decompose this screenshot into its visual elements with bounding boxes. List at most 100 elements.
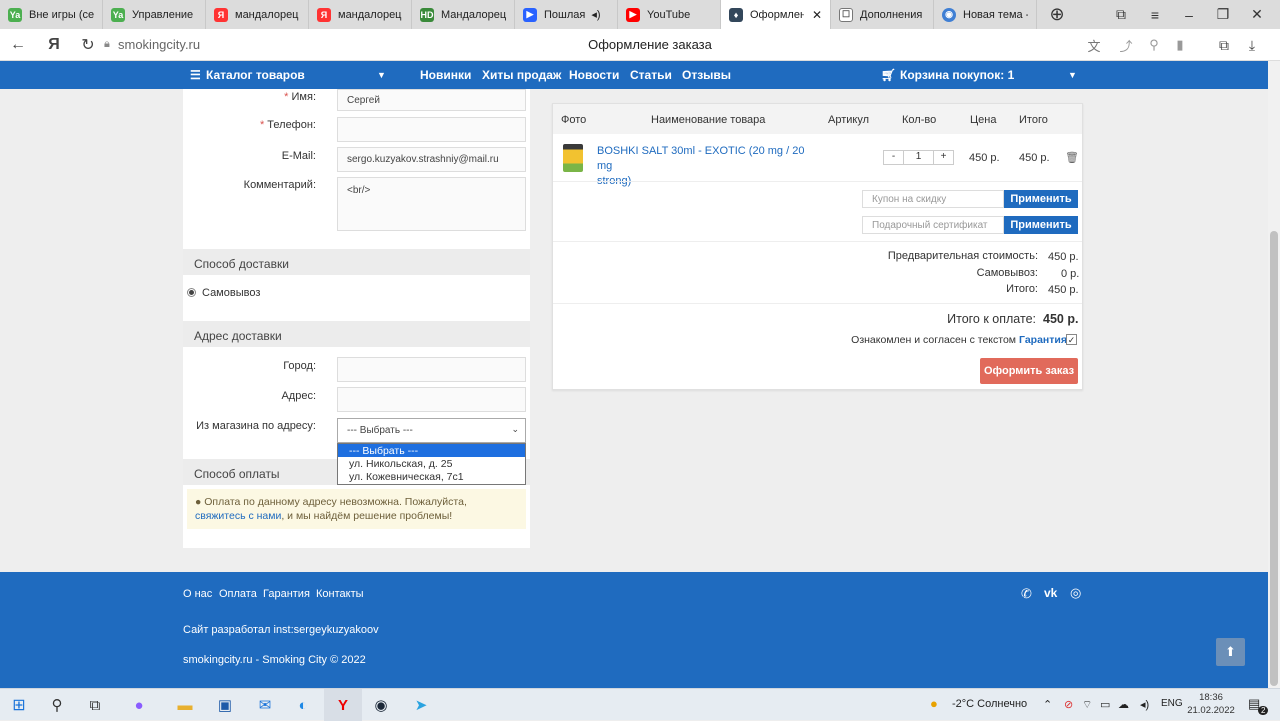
- comment-textarea[interactable]: <br/>: [337, 177, 526, 231]
- chevron-down-icon[interactable]: ▼: [377, 70, 386, 80]
- qty-minus-button[interactable]: -: [884, 151, 904, 164]
- gift-certificate-input[interactable]: Подарочный сертификат: [862, 216, 1004, 234]
- bookmark-icon[interactable]: ▮: [1164, 29, 1196, 61]
- footer-link[interactable]: Оплата: [219, 588, 257, 600]
- windows-start-icon[interactable]: ⊞: [0, 689, 38, 721]
- menu-icon[interactable]: ≡: [1138, 0, 1172, 29]
- minimize-icon[interactable]: –: [1172, 0, 1206, 29]
- pickup-radio[interactable]: [187, 288, 196, 297]
- browser-tab[interactable]: ◉ Новая тема -: [934, 0, 1037, 29]
- divider: [553, 241, 1082, 242]
- scroll-top-button[interactable]: ⬆: [1216, 638, 1245, 666]
- footer-link[interactable]: О нас: [183, 588, 212, 600]
- scrollbar-thumb[interactable]: [1270, 231, 1278, 686]
- tab-label: Мандалорец: [441, 8, 506, 21]
- chevron-down-icon[interactable]: ▼: [1068, 70, 1077, 80]
- city-field[interactable]: [337, 357, 526, 382]
- nav-link[interactable]: Новости: [569, 68, 619, 82]
- product-name-link[interactable]: BOSHKI SALT 30ml - EXOTIC (20 mg / 20 mg…: [597, 144, 817, 189]
- browser-tab[interactable]: ▶ YouTube: [618, 0, 721, 29]
- cart-link[interactable]: Корзина покупок: 1: [900, 68, 1014, 82]
- guarantee-link[interactable]: Гарантия: [1019, 334, 1067, 346]
- apply-certificate-button[interactable]: Применить: [1004, 216, 1078, 234]
- tab-favicon-icon: ♦: [729, 7, 743, 22]
- telegram-icon[interactable]: ➤: [402, 689, 440, 721]
- store-icon[interactable]: ▣: [206, 689, 244, 721]
- weather-text[interactable]: -2°C Солнечно: [952, 698, 1027, 710]
- wifi-icon[interactable]: ⌔: [1082, 698, 1092, 712]
- agree-checkbox[interactable]: ✓: [1066, 334, 1077, 345]
- mail-icon[interactable]: ✉: [246, 689, 284, 721]
- battery-icon[interactable]: ▭: [1100, 698, 1110, 711]
- vk-icon[interactable]: vk: [1044, 586, 1057, 600]
- catalog-menu[interactable]: Каталог товаров: [206, 68, 305, 82]
- file-explorer-icon[interactable]: ▬: [166, 689, 204, 721]
- clock[interactable]: 18:36 21.02.2022: [1186, 691, 1236, 717]
- item-total: 450 р.: [1019, 152, 1050, 164]
- reload-icon[interactable]: ↻: [72, 29, 104, 61]
- new-tab-icon[interactable]: ⊕: [1040, 0, 1074, 29]
- cloud-icon[interactable]: ☁: [1118, 698, 1129, 711]
- language-indicator[interactable]: ENG: [1161, 698, 1183, 709]
- translate-icon[interactable]: 文: [1078, 29, 1110, 61]
- yandex-browser-icon[interactable]: Y: [324, 689, 362, 721]
- browser-tab[interactable]: Ямандалорец т: [206, 0, 309, 29]
- trash-icon[interactable]: 🗑︎: [1065, 151, 1079, 164]
- nav-link[interactable]: Отзывы: [682, 68, 731, 82]
- volume-icon[interactable]: ◂): [1140, 698, 1149, 711]
- qty-plus-button[interactable]: +: [933, 151, 953, 164]
- yandex-icon[interactable]: Я: [38, 29, 70, 61]
- tab-label: Дополнения: [860, 8, 923, 21]
- page-scrollbar[interactable]: [1268, 61, 1280, 688]
- contact-link[interactable]: свяжитесь с нами: [195, 510, 281, 522]
- search-icon[interactable]: ⚲: [38, 689, 76, 721]
- footer-link[interactable]: Гарантия: [263, 588, 310, 600]
- tray-expand-icon[interactable]: ⌃: [1043, 698, 1052, 711]
- nav-link[interactable]: Хиты продаж: [482, 68, 561, 82]
- dropdown-option-selected[interactable]: --- Выбрать ---: [338, 444, 525, 457]
- back-icon[interactable]: ←: [2, 29, 34, 61]
- close-window-icon[interactable]: ✕: [1240, 0, 1274, 29]
- windows-taskbar: ⊞ ⚲ ⧉ ● ▬ ▣ ✉ ◐ Y ◉ ➤ ● -2°C Солнечно ⌃ …: [0, 688, 1280, 721]
- nav-link[interactable]: Статьи: [630, 68, 672, 82]
- network-warning-icon[interactable]: ⊘: [1064, 698, 1073, 711]
- nav-link[interactable]: Новинки: [420, 68, 471, 82]
- task-view-icon[interactable]: ⧉: [76, 689, 114, 721]
- product-image[interactable]: [563, 144, 583, 172]
- phone-label: * Телефон:: [259, 119, 316, 131]
- browser-tab[interactable]: Ya Управление N: [103, 0, 206, 29]
- close-tab-icon[interactable]: ✕: [812, 8, 822, 22]
- weather-icon[interactable]: ●: [930, 696, 938, 711]
- browser-tab[interactable]: ▶ Пошлая ◂): [515, 0, 618, 29]
- submit-order-button[interactable]: Оформить заказ: [980, 358, 1078, 384]
- steam-icon[interactable]: ◉: [362, 689, 400, 721]
- qty-input[interactable]: 1: [904, 151, 933, 164]
- apply-coupon-button[interactable]: Применить: [1004, 190, 1078, 208]
- dropdown-option[interactable]: ул. Никольская, д. 25: [338, 457, 525, 470]
- maximize-icon[interactable]: ❐: [1206, 0, 1240, 29]
- notification-badge: 2: [1258, 706, 1269, 715]
- speaker-icon[interactable]: ◂): [591, 8, 600, 21]
- browser-tab[interactable]: Ya Вне игры (сер: [0, 0, 103, 29]
- collections-icon[interactable]: ⧉: [1104, 0, 1138, 29]
- store-select[interactable]: --- Выбрать --- ⌄: [337, 418, 526, 443]
- cart-icon[interactable]: 🛒︎: [881, 68, 896, 82]
- address-field[interactable]: [337, 387, 526, 412]
- email-field[interactable]: sergo.kuzyakov.strashniy@mail.ru: [337, 147, 526, 172]
- catalog-menu-icon[interactable]: ☰: [190, 68, 201, 82]
- phone-field[interactable]: [337, 117, 526, 142]
- name-field[interactable]: Сергей: [337, 89, 526, 111]
- whatsapp-icon[interactable]: ✆: [1021, 586, 1032, 602]
- browser-tab[interactable]: ☐ Дополнения: [831, 0, 934, 29]
- edge-icon[interactable]: ◐: [284, 689, 322, 721]
- footer-link[interactable]: Контакты: [316, 588, 364, 600]
- dropdown-option[interactable]: ул. Кожевническая, 7с1: [338, 470, 525, 483]
- download-icon[interactable]: ⤓: [1236, 29, 1268, 61]
- browser-tab[interactable]: HD Мандалорец: [412, 0, 515, 29]
- alice-icon[interactable]: ●: [120, 689, 158, 721]
- browser-tab[interactable]: Ямандалорец с: [309, 0, 412, 29]
- url-field[interactable]: smokingcity.ru: [118, 37, 200, 52]
- coupon-input[interactable]: Купон на скидку: [862, 190, 1004, 208]
- instagram-icon[interactable]: ◎: [1070, 585, 1081, 601]
- browser-tab-active[interactable]: ♦ Оформлен ✕: [721, 0, 831, 29]
